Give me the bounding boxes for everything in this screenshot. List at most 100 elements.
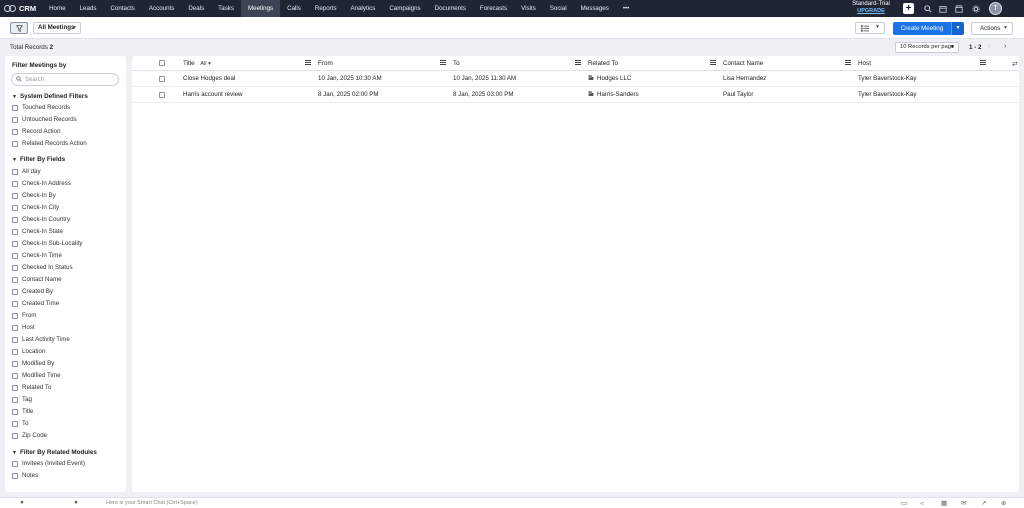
checkbox[interactable] bbox=[12, 116, 18, 123]
column-menu-icon[interactable] bbox=[575, 60, 581, 66]
host-name[interactable]: Tyler Baverstock-Kay bbox=[858, 87, 916, 103]
settings-gear-icon[interactable] bbox=[970, 3, 981, 14]
checkbox[interactable] bbox=[12, 420, 18, 427]
field-filters-section[interactable]: ▼ Filter By Fields bbox=[12, 156, 65, 163]
nav-campaigns[interactable]: Campaigns bbox=[382, 0, 427, 17]
filter-item[interactable]: Created Time bbox=[12, 300, 59, 307]
column-menu-icon[interactable] bbox=[845, 60, 851, 66]
expand-icon[interactable]: ↗ bbox=[981, 499, 986, 507]
filter-item[interactable]: Notes bbox=[12, 472, 38, 479]
column-header-host[interactable]: Host bbox=[858, 56, 871, 71]
meeting-title-link[interactable]: Close Hodges deal bbox=[183, 71, 235, 87]
filter-search-input[interactable]: Search bbox=[11, 73, 119, 86]
select-all-checkbox[interactable] bbox=[159, 60, 165, 66]
column-header-to[interactable]: To bbox=[453, 56, 460, 71]
custom-view-dropdown[interactable]: All Meetings ▼ bbox=[33, 22, 81, 34]
checkbox[interactable] bbox=[12, 180, 18, 187]
filter-item[interactable]: Invitees (Invited Event) bbox=[12, 460, 85, 467]
related-module-filters-section[interactable]: ▼ Filter By Related Modules bbox=[12, 449, 97, 456]
calendar-icon[interactable]: ▦ bbox=[941, 499, 947, 507]
upgrade-link[interactable]: UPGRADE bbox=[849, 8, 893, 15]
chat-bubble-icon[interactable]: ● bbox=[20, 499, 24, 506]
meeting-title-link[interactable]: Harris account review bbox=[183, 87, 243, 103]
nav-analytics[interactable]: Analytics bbox=[344, 0, 383, 17]
create-options-dropdown[interactable]: ▼ bbox=[951, 22, 964, 35]
checkbox[interactable] bbox=[12, 216, 18, 223]
nav-calls[interactable]: Calls bbox=[280, 0, 308, 17]
column-menu-icon[interactable] bbox=[440, 60, 446, 66]
checkbox[interactable] bbox=[12, 104, 18, 111]
calendar-icon[interactable] bbox=[937, 3, 948, 14]
host-name[interactable]: Tyler Baverstock-Kay bbox=[858, 71, 916, 87]
checkbox[interactable] bbox=[12, 348, 18, 355]
checkbox[interactable] bbox=[12, 324, 18, 331]
add-circle-icon[interactable]: ⊕ bbox=[1001, 499, 1006, 507]
filter-item[interactable]: Modified By bbox=[12, 360, 54, 367]
filter-item[interactable]: Check-In Time bbox=[12, 252, 62, 259]
filter-item[interactable]: From bbox=[12, 312, 36, 319]
filter-item[interactable]: Contact Name bbox=[12, 276, 62, 283]
column-header-contact-name[interactable]: Contact Name bbox=[723, 56, 763, 71]
search-icon[interactable] bbox=[922, 3, 933, 14]
contacts-person-icon[interactable]: ● bbox=[74, 499, 78, 506]
filter-item[interactable]: Location bbox=[12, 348, 45, 355]
filter-item[interactable]: Check-In Country bbox=[12, 216, 70, 223]
nav-tasks[interactable]: Tasks bbox=[211, 0, 241, 17]
contact-name-link[interactable]: Lisa Hernandez bbox=[723, 71, 766, 87]
previous-page-icon[interactable]: ‹ bbox=[988, 43, 990, 50]
filter-item[interactable]: Tag bbox=[12, 396, 32, 403]
checkbox[interactable] bbox=[12, 252, 18, 259]
nav-forecasts[interactable]: Forecasts bbox=[473, 0, 514, 17]
nav-meetings[interactable]: Meetings bbox=[241, 0, 281, 17]
title-filter-dropdown[interactable]: All ▾ bbox=[200, 61, 210, 67]
checkbox[interactable] bbox=[12, 396, 18, 403]
checkbox[interactable] bbox=[12, 312, 18, 319]
filter-item[interactable]: Check-In Address bbox=[12, 180, 71, 187]
column-settings-icon[interactable]: ⇄ bbox=[1012, 60, 1018, 68]
filter-item[interactable]: Host bbox=[12, 324, 35, 331]
nav-visits[interactable]: Visits bbox=[514, 0, 543, 17]
crm-logo[interactable]: CRM bbox=[0, 0, 42, 17]
related-to-link[interactable]: Harris-Sanders bbox=[588, 87, 639, 103]
filter-item[interactable]: Check-In State bbox=[12, 228, 63, 235]
actions-button[interactable]: Actions ▼ bbox=[971, 22, 1013, 35]
table-row[interactable]: Close Hodges deal 10 Jan, 2025 10:30 AM … bbox=[132, 71, 1019, 87]
create-meeting-button[interactable]: Create Meeting bbox=[893, 22, 951, 35]
filter-item[interactable]: Touched Records bbox=[12, 104, 70, 111]
mail-icon[interactable]: ✉ bbox=[961, 499, 966, 507]
next-page-icon[interactable]: › bbox=[1004, 43, 1006, 50]
filter-item[interactable]: Check-In City bbox=[12, 204, 59, 211]
checkbox[interactable] bbox=[12, 140, 18, 147]
filter-item[interactable]: Last Activity Time bbox=[12, 336, 70, 343]
filter-item[interactable]: Check-In By bbox=[12, 192, 56, 199]
checkbox[interactable] bbox=[12, 472, 18, 479]
filter-item[interactable]: Modified Time bbox=[12, 372, 61, 379]
contact-name-link[interactable]: Paul Taylor bbox=[723, 87, 754, 103]
checkbox[interactable] bbox=[12, 300, 18, 307]
column-menu-icon[interactable] bbox=[980, 60, 986, 66]
checkbox[interactable] bbox=[12, 204, 18, 211]
nav-documents[interactable]: Documents bbox=[428, 0, 473, 17]
filter-toggle-button[interactable] bbox=[10, 22, 28, 34]
nav-more[interactable]: ••• bbox=[616, 0, 637, 17]
row-checkbox[interactable] bbox=[159, 76, 165, 82]
filter-item[interactable]: All day bbox=[12, 168, 41, 175]
row-checkbox[interactable] bbox=[159, 92, 165, 98]
column-menu-icon[interactable] bbox=[710, 60, 716, 66]
nav-deals[interactable]: Deals bbox=[181, 0, 211, 17]
filter-item[interactable]: Check-In Sub-Locality bbox=[12, 240, 83, 247]
column-header-from[interactable]: From bbox=[318, 56, 333, 71]
checkbox[interactable] bbox=[12, 240, 18, 247]
user-avatar[interactable]: T bbox=[989, 2, 1002, 15]
filter-item[interactable]: Related Records Action bbox=[12, 140, 87, 147]
nav-home[interactable]: Home bbox=[42, 0, 73, 17]
nav-messages[interactable]: Messages bbox=[574, 0, 616, 17]
nav-social[interactable]: Social bbox=[543, 0, 574, 17]
column-menu-icon[interactable] bbox=[305, 60, 311, 66]
checkbox[interactable] bbox=[12, 128, 18, 135]
checkbox[interactable] bbox=[12, 360, 18, 367]
checkbox[interactable] bbox=[12, 288, 18, 295]
filter-item[interactable]: To bbox=[12, 420, 29, 427]
checkbox[interactable] bbox=[12, 408, 18, 415]
filter-item[interactable]: Related To bbox=[12, 384, 51, 391]
